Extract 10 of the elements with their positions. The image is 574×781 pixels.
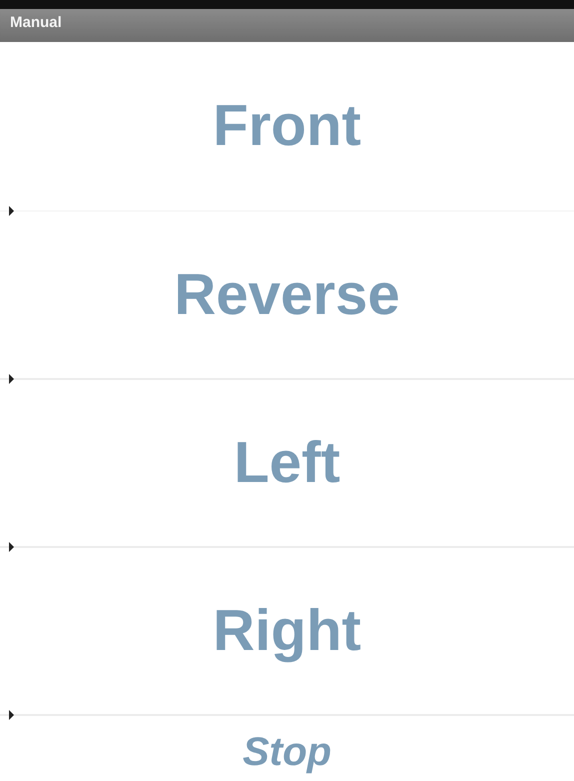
direction-button[interactable]: Right (206, 600, 368, 662)
triangle-icon (9, 710, 14, 720)
triangle-icon (9, 374, 14, 384)
triangle-icon (9, 206, 14, 216)
direction-button[interactable]: Left (228, 432, 346, 494)
window-title: Manual (10, 14, 62, 31)
stop-button[interactable]: Stop (236, 730, 338, 774)
direction-button[interactable]: Front (206, 95, 368, 157)
triangle-icon (9, 542, 14, 552)
direction-button[interactable]: Reverse (168, 264, 406, 326)
